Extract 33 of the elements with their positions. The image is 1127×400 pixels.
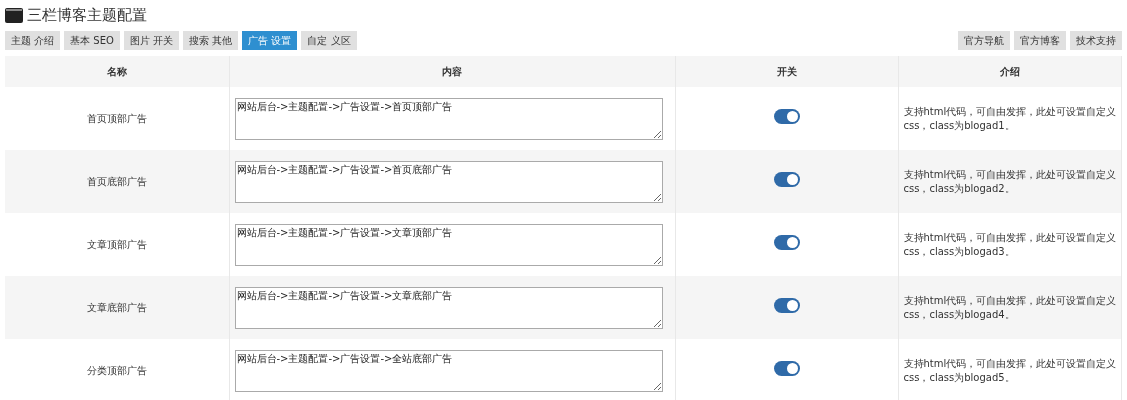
text-area[interactable]: 网站后台->主题配置->广告设置->首页顶部广告	[234, 97, 663, 140]
toggle-switch[interactable]	[773, 235, 800, 250]
tab[interactable]: 搜索 其他	[183, 31, 239, 50]
table-cell: 首页底部广告	[5, 150, 229, 213]
page-title: 三栏博客主题配置	[27, 4, 147, 26]
column-header: 介绍	[898, 56, 1122, 87]
window-icon	[5, 7, 23, 23]
description-text: 支持html代码，可自由发挥，此处可设置自定义css，class为blogad4。	[902, 293, 1118, 322]
column-header: 内容	[229, 56, 675, 87]
toggle-switch[interactable]	[773, 172, 800, 187]
text-area[interactable]: 网站后台->主题配置->广告设置->文章底部广告	[234, 286, 663, 329]
tab[interactable]: 自定 义区	[301, 31, 357, 50]
tab[interactable]: 基本 SEO	[64, 31, 120, 50]
link-button[interactable]: 技术支持	[1070, 31, 1122, 50]
description-text: 支持html代码，可自由发挥，此处可设置自定义css，class为blogad3。	[902, 230, 1118, 259]
column-header: 名称	[5, 56, 229, 87]
text-area[interactable]: 网站后台->主题配置->广告设置->全站底部广告	[234, 349, 663, 392]
text-area[interactable]: 网站后台->主题配置->广告设置->首页底部广告	[234, 160, 663, 203]
tab[interactable]: 广告 设置	[242, 31, 298, 50]
description-text: 支持html代码，可自由发挥，此处可设置自定义css，class为blogad2。	[902, 167, 1118, 196]
table-cell: 分类顶部广告	[5, 339, 229, 400]
toggle-switch[interactable]	[773, 298, 800, 313]
column-header: 开关	[675, 56, 898, 87]
tab[interactable]: 图片 开关	[123, 31, 180, 50]
link-button[interactable]: 官方博客	[1014, 31, 1066, 50]
tab[interactable]: 主题 介绍	[5, 31, 61, 50]
toggle-switch[interactable]	[773, 109, 800, 124]
description-text: 支持html代码，可自由发挥，此处可设置自定义css，class为blogad1。	[902, 104, 1118, 133]
description-text: 支持html代码，可自由发挥，此处可设置自定义css，class为blogad5。	[902, 356, 1118, 385]
link-button[interactable]: 官方导航	[958, 31, 1010, 50]
table-cell: 文章底部广告	[5, 276, 229, 339]
toggle-switch[interactable]	[773, 361, 800, 376]
text-area[interactable]: 网站后台->主题配置->广告设置->文章顶部广告	[234, 223, 663, 266]
